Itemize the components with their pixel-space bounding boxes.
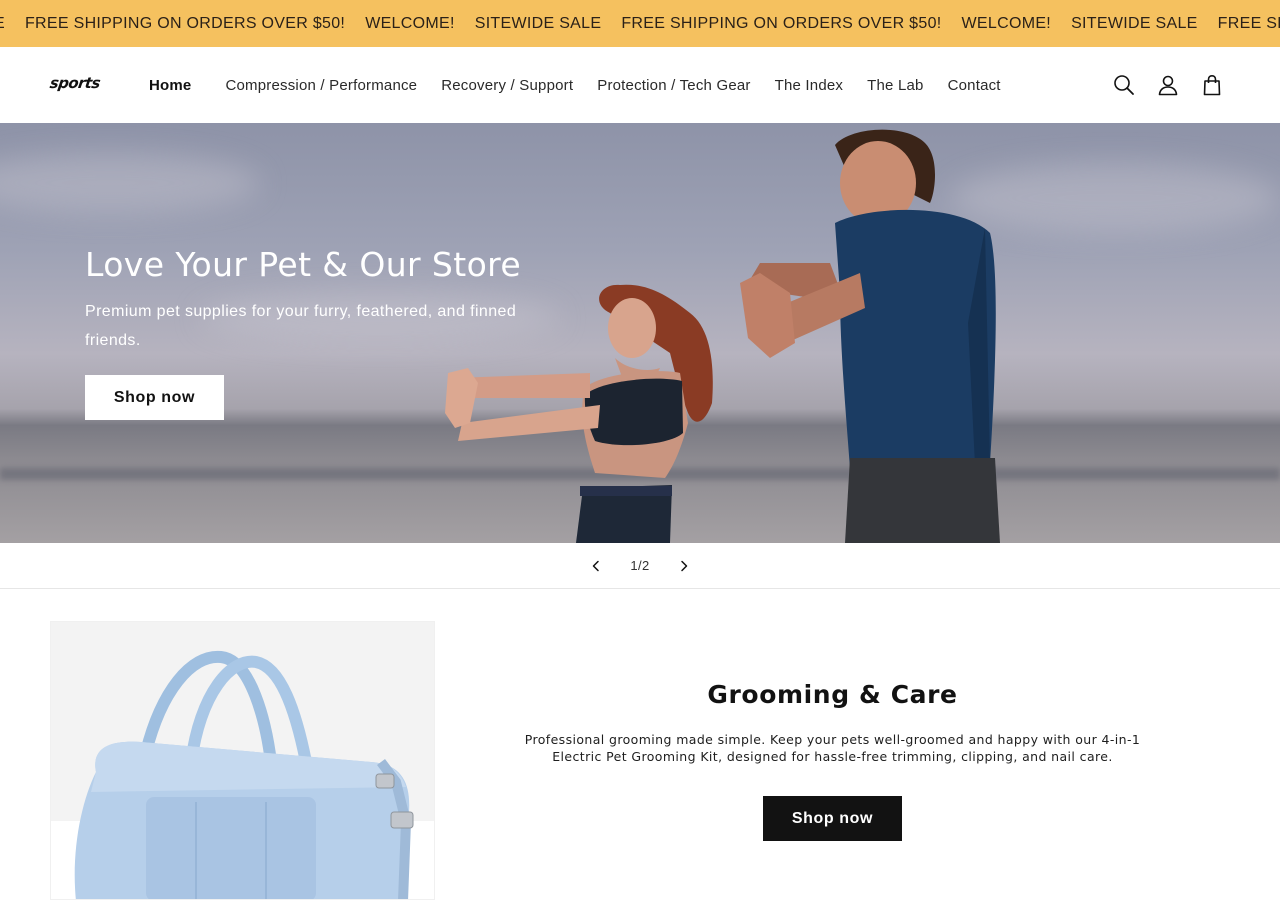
nav-item-the-index[interactable]: The Index xyxy=(775,77,844,94)
hero-subtitle: Premium pet supplies for your furry, fea… xyxy=(85,303,517,349)
nav-item-compression-performance[interactable]: Compression / Performance xyxy=(225,77,417,94)
announcement-item: WELCOME! xyxy=(365,14,455,32)
announcement-track: E FREE SHIPPING ON ORDERS OVER $50! WELC… xyxy=(0,0,1280,47)
cart-icon[interactable] xyxy=(1200,73,1224,97)
announcement-item: FREE SHIPPING ON ORD xyxy=(1217,14,1280,32)
announcement-item: FREE SHIPPING ON ORDERS OVER $50! xyxy=(621,14,942,32)
announcement-item: E xyxy=(0,15,5,33)
site-header: sports Home Compression / Performance Re… xyxy=(0,47,1280,123)
main-nav: Home Compression / Performance Recovery … xyxy=(149,47,1025,123)
nav-item-protection-tech-gear[interactable]: Protection / Tech Gear xyxy=(597,77,750,94)
feature-text: Professional grooming made simple. Keep … xyxy=(524,732,1141,764)
header-icons xyxy=(1092,47,1224,123)
account-icon[interactable] xyxy=(1156,73,1180,97)
hero-banner: Love Your Pet & Our Store Premium pet su… xyxy=(0,123,1280,543)
announcement-item: WELCOME! xyxy=(961,14,1052,32)
search-icon[interactable] xyxy=(1112,73,1136,97)
feature-title: Grooming & Care xyxy=(707,680,958,709)
man-figure xyxy=(740,129,1000,543)
slider-controls: 1/2 xyxy=(0,543,1280,589)
duffel-bag-image xyxy=(74,650,414,899)
nav-item-contact[interactable]: Contact xyxy=(948,77,1001,94)
site-logo[interactable]: sports xyxy=(49,74,101,92)
announcement-item: FREE SHIPPING ON ORDERS OVER $50! xyxy=(24,14,346,32)
nav-item-the-lab[interactable]: The Lab xyxy=(867,77,923,94)
hero-shop-now-button[interactable]: Shop now xyxy=(85,375,224,420)
chevron-left-icon[interactable] xyxy=(584,554,608,578)
product-image xyxy=(50,621,435,900)
announcement-item: SITEWIDE SALE xyxy=(474,14,602,32)
feature-shop-now-button[interactable]: Shop now xyxy=(763,796,902,841)
announcement-item: SITEWIDE SALE xyxy=(1071,14,1198,32)
chevron-right-icon[interactable] xyxy=(672,554,696,578)
slide-counter: 1/2 xyxy=(630,558,650,573)
nav-item-recovery-support[interactable]: Recovery / Support xyxy=(441,77,573,94)
nav-item-home[interactable]: Home xyxy=(149,77,191,94)
hero-title: Love Your Pet & Our Store xyxy=(85,245,522,284)
announcement-bar: E FREE SHIPPING ON ORDERS OVER $50! WELC… xyxy=(0,0,1280,47)
